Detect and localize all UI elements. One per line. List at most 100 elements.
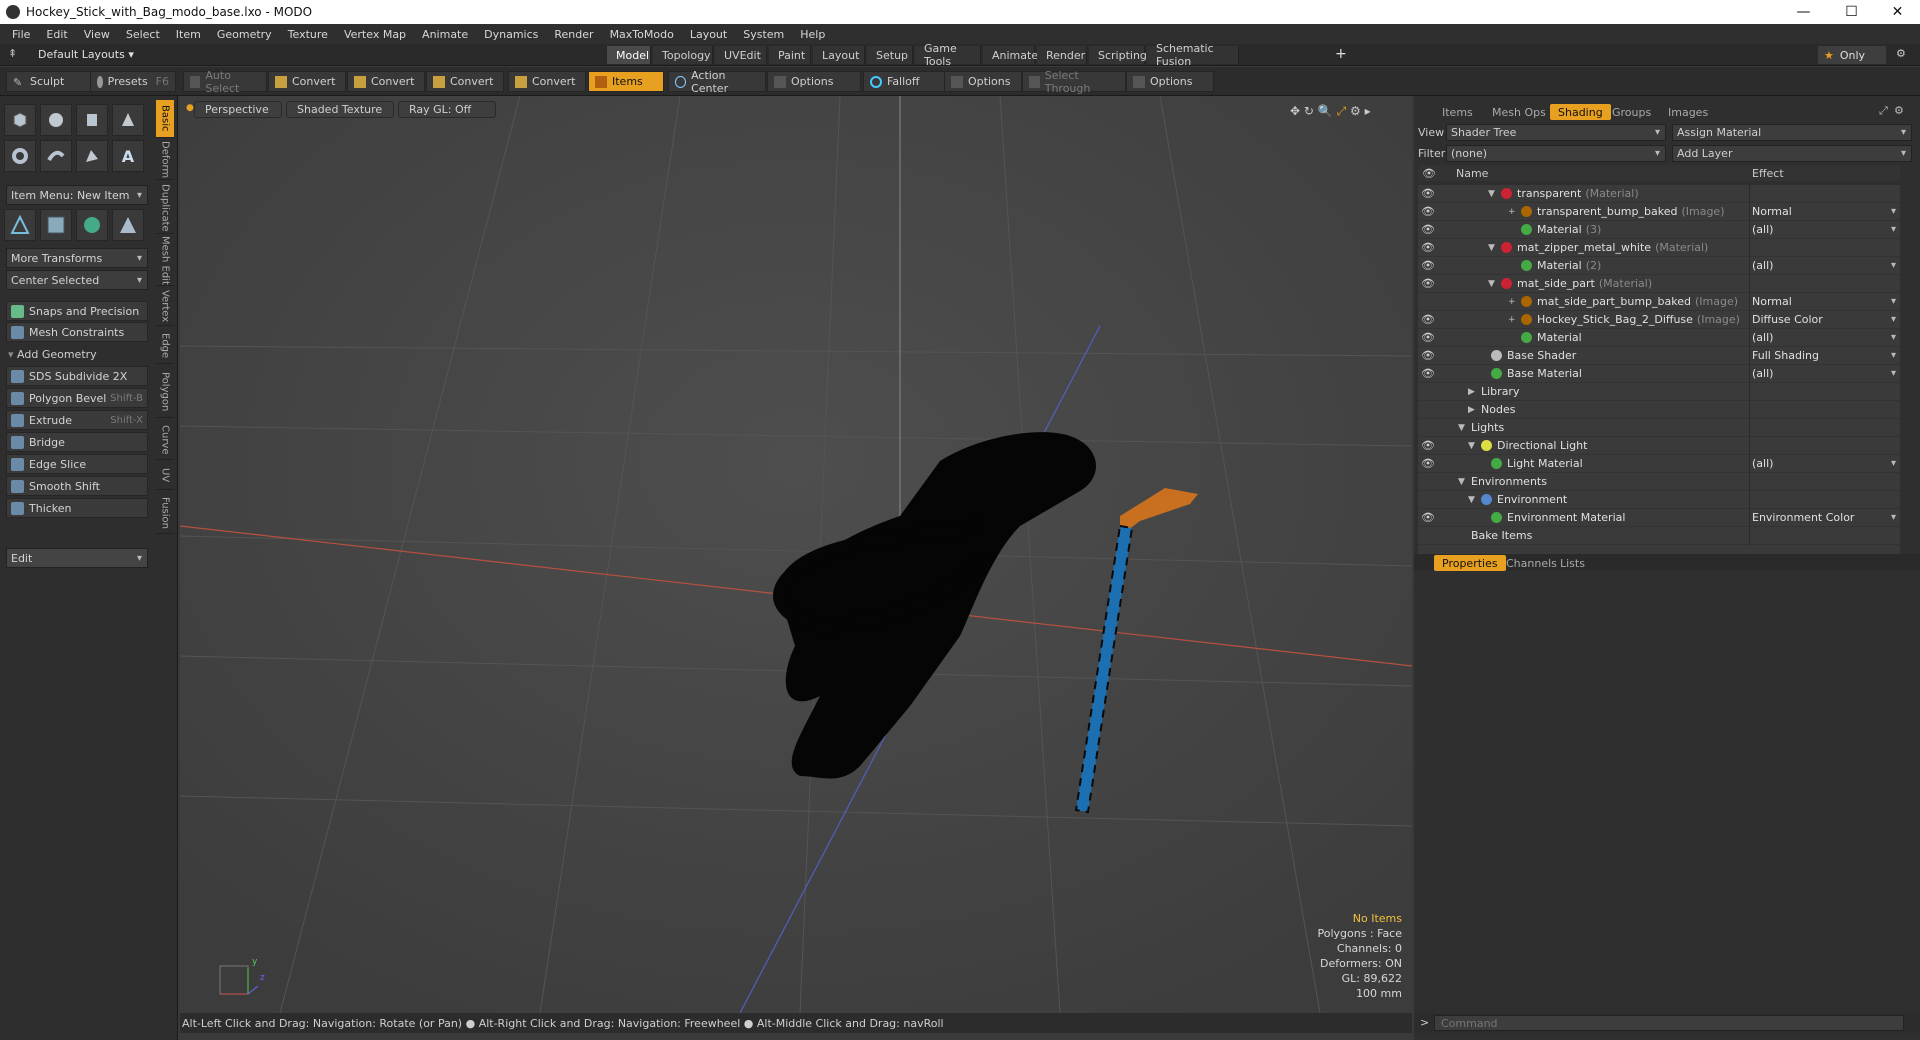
effect-dropdown[interactable]: (all) — [1749, 454, 1900, 473]
tool-tab-curve[interactable]: Curve — [156, 420, 174, 460]
layout-tab-uvedit[interactable]: UVEdit — [715, 46, 767, 64]
tool-tab-polygon[interactable]: Polygon — [156, 366, 174, 418]
layout-tab-scripting[interactable]: Scripting — [1089, 46, 1147, 64]
visibility-eye-icon[interactable]: 👁 — [1421, 223, 1435, 236]
layout-tab-setup[interactable]: Setup — [867, 46, 913, 64]
layout-tab-layout[interactable]: Layout — [813, 46, 865, 64]
shader-tree-row[interactable]: 👁 Base Shader Full Shading — [1418, 346, 1900, 365]
select-through-button[interactable]: Select Through — [1022, 69, 1126, 95]
expand-triangle-icon[interactable]: ▼ — [1458, 423, 1468, 433]
effect-dropdown[interactable]: (all) — [1749, 256, 1900, 275]
convert-vertex-button[interactable]: Convert — [268, 71, 346, 92]
visibility-eye-icon[interactable]: 👁 — [1421, 259, 1435, 272]
3d-viewport[interactable]: y z ✥ ↻ 🔍 ⤢ ⚙ ▸ No Items Polygons : Face… — [180, 96, 1412, 1013]
cube-primitive-icon[interactable] — [4, 104, 36, 136]
shader-tree-row[interactable]: ▶ Library — [1418, 382, 1900, 401]
sphere-primitive-icon[interactable] — [40, 104, 72, 136]
presets-button[interactable]: Presets F6 — [90, 71, 176, 92]
tool-tab-duplicate[interactable]: Duplicate — [156, 182, 174, 234]
minimize-button[interactable]: — — [1781, 0, 1826, 24]
menu-system[interactable]: System — [735, 28, 792, 41]
right-tab-mesh-ops[interactable]: Mesh Ops — [1484, 104, 1554, 120]
visibility-eye-icon[interactable]: 👁 — [1421, 439, 1435, 452]
effect-dropdown[interactable]: (all) — [1749, 364, 1900, 383]
shader-tree-row[interactable]: 👁 ▼ mat_side_part (Material) — [1418, 274, 1900, 293]
cylinder-primitive-icon[interactable] — [76, 104, 108, 136]
right-tab-items[interactable]: Items — [1434, 104, 1481, 120]
menu-item[interactable]: Item — [168, 28, 209, 41]
shader-tree-row[interactable]: 👁 Material (2) (all) — [1418, 256, 1900, 275]
visibility-eye-icon[interactable]: 👁 — [1421, 187, 1435, 200]
expand-triangle-icon[interactable]: ▶ — [1468, 387, 1478, 397]
layout-tab-model[interactable]: Model — [607, 46, 651, 64]
items-mode-button[interactable]: Items — [588, 71, 664, 92]
visibility-eye-icon[interactable]: 👁 — [1421, 511, 1435, 524]
command-input[interactable] — [1434, 1015, 1904, 1031]
layout-tab-game-tools[interactable]: Game Tools — [915, 42, 981, 68]
visibility-eye-icon[interactable]: 👁 — [1421, 349, 1435, 362]
sculpt-button[interactable]: ✎ Sculpt — [6, 71, 92, 92]
action-center-options-button[interactable]: Options — [767, 71, 861, 92]
pan-icon[interactable]: ✥ — [1290, 104, 1300, 118]
shader-tree-row[interactable]: 👁 Light Material (all) — [1418, 454, 1900, 473]
shader-tree-row[interactable]: + mat_side_part_bump_baked (Image) Normal — [1418, 292, 1900, 311]
effect-dropdown[interactable]: Full Shading — [1749, 346, 1900, 365]
shader-tree-row[interactable]: 👁 + Hockey_Stick_Bag_2_Diffuse (Image) Diffu… — [1418, 310, 1900, 329]
shader-tree-row[interactable]: 👁 ▼ mat_zipper_metal_white (Material) — [1418, 238, 1900, 257]
menu-render[interactable]: Render — [546, 28, 601, 41]
expand-triangle-icon[interactable]: ▼ — [1488, 189, 1498, 199]
shader-tree-row[interactable]: 👁 Material (3) (all) — [1418, 220, 1900, 239]
visibility-eye-icon[interactable]: 👁 — [1421, 313, 1435, 326]
viewport-menu-icon[interactable]: ● — [186, 103, 194, 113]
effect-dropdown[interactable]: Environment Color — [1749, 508, 1900, 527]
select-options-button[interactable]: Options — [1126, 71, 1214, 92]
expand-triangle-icon[interactable]: ▼ — [1468, 495, 1478, 505]
transform-icon[interactable] — [4, 209, 36, 241]
tool-tab-basic[interactable]: Basic — [156, 100, 174, 138]
effect-column-header[interactable]: Effect — [1752, 167, 1784, 180]
expand-triangle-icon[interactable]: ▼ — [1458, 477, 1468, 487]
sphere-green-icon[interactable] — [76, 209, 108, 241]
menu-select[interactable]: Select — [118, 28, 168, 41]
text-tool-icon[interactable]: A — [112, 140, 144, 172]
gear-icon[interactable]: ⚙ — [1896, 47, 1906, 60]
menu-texture[interactable]: Texture — [280, 28, 336, 41]
menu-dynamics[interactable]: Dynamics — [476, 28, 546, 41]
name-column-header[interactable]: Name — [1456, 167, 1488, 180]
tool-bridge[interactable]: Bridge — [6, 432, 148, 452]
expand-triangle-icon[interactable]: ▼ — [1488, 243, 1498, 253]
effect-dropdown[interactable]: (all) — [1749, 328, 1900, 347]
tool-thicken[interactable]: Thicken — [6, 498, 148, 518]
expand-triangle-icon[interactable]: ▼ — [1488, 279, 1498, 289]
snaps-precision-button[interactable]: Snaps and Precision — [6, 301, 148, 321]
tool-tab-mesh-edit[interactable]: Mesh Edit — [156, 236, 174, 286]
shader-tree-row[interactable]: ▼ Environments — [1418, 472, 1900, 491]
filter-select[interactable]: (none) — [1446, 145, 1666, 162]
menu-geometry[interactable]: Geometry — [209, 28, 280, 41]
shader-tree-row[interactable]: Bake Items — [1418, 526, 1900, 545]
only-toggle[interactable]: ★ Only — [1818, 46, 1886, 64]
center-selected-dropdown[interactable]: Center Selected — [6, 270, 148, 290]
layout-tab-render[interactable]: Render — [1037, 46, 1087, 64]
tool-tab-vertex[interactable]: Vertex — [156, 288, 174, 326]
shader-tree-row[interactable]: 👁 ▼ Directional Light — [1418, 436, 1900, 455]
right-tab-shading[interactable]: Shading — [1550, 104, 1611, 120]
effect-dropdown[interactable]: Diffuse Color — [1749, 310, 1900, 329]
shader-tree-row[interactable]: 👁 ▼ transparent (Material) — [1418, 184, 1900, 203]
close-button[interactable]: ✕ — [1875, 0, 1920, 24]
tool-edge-slice[interactable]: Edge Slice — [6, 454, 148, 474]
add-tab-icon[interactable]: + — [1335, 46, 1347, 62]
shader-tree-row[interactable]: 👁 Environment Material Environment Color — [1418, 508, 1900, 527]
tool-tab-edge[interactable]: Edge — [156, 328, 174, 364]
viewport-gear-icon[interactable]: ⚙ — [1350, 104, 1361, 118]
falloff-button[interactable]: Falloff — [863, 71, 947, 92]
visibility-eye-icon[interactable]: 👁 — [1421, 205, 1435, 218]
panel-gear-icon[interactable]: ⚙ — [1894, 104, 1904, 117]
edit-dropdown[interactable]: Edit — [6, 548, 148, 568]
falloff-options-button[interactable]: Options — [944, 71, 1022, 92]
layout-tab-paint[interactable]: Paint — [769, 46, 811, 64]
layout-tab-animate[interactable]: Animate — [983, 46, 1038, 64]
effect-dropdown[interactable]: (all) — [1749, 220, 1900, 239]
visibility-eye-icon[interactable]: 👁 — [1421, 331, 1435, 344]
tool-smooth-shift[interactable]: Smooth Shift — [6, 476, 148, 496]
